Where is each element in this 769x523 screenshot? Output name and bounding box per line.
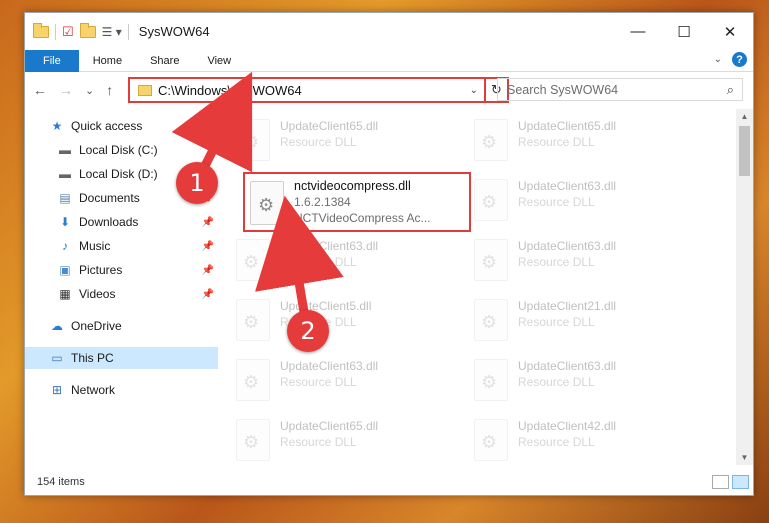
arrow-2 — [255, 195, 344, 319]
callout-2: 2 — [287, 310, 329, 352]
annotation-arrows — [171, 71, 344, 319]
arrow-1 — [171, 71, 253, 175]
callout-1: 1 — [176, 162, 218, 204]
